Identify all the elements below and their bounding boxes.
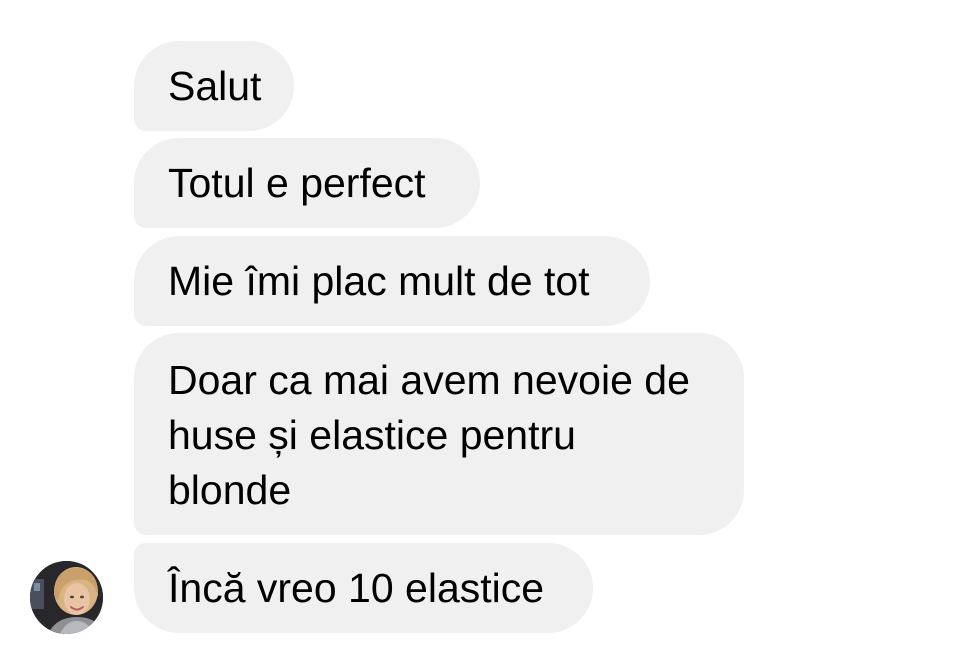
message-bubble[interactable]: Salut bbox=[134, 41, 294, 131]
message-bubble[interactable]: Doar ca mai avem nevoie de huse și elast… bbox=[134, 333, 744, 535]
message-bubble[interactable]: Mie îmi plac mult de tot bbox=[134, 236, 650, 326]
message-bubble[interactable]: Încă vreo 10 elastice bbox=[134, 543, 593, 633]
message-bubble[interactable]: Totul e perfect bbox=[134, 138, 480, 228]
message-text: Doar ca mai avem nevoie de huse și elast… bbox=[168, 356, 690, 513]
message-text: Mie îmi plac mult de tot bbox=[168, 257, 590, 304]
message-text: Încă vreo 10 elastice bbox=[168, 564, 545, 611]
user-photo-avatar-icon bbox=[30, 561, 103, 634]
sender-avatar[interactable] bbox=[30, 561, 103, 634]
message-text: Totul e perfect bbox=[168, 159, 426, 206]
message-text: Salut bbox=[168, 62, 262, 109]
